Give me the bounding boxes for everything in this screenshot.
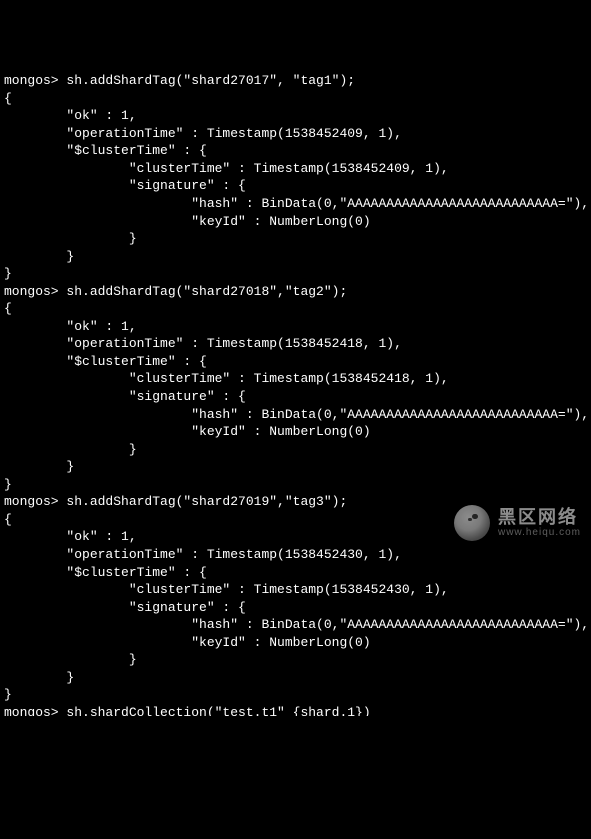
terminal-output: mongos> sh.addShardTag("shard27017", "ta… (4, 73, 589, 702)
terminal-partial-line: mongos> sh.shardCollection("test.t1" {sh… (4, 704, 587, 716)
watermark-title: 黑区网络 (498, 508, 581, 526)
watermark: 黑区网络 www.heiqu.com (454, 505, 581, 541)
watermark-url: www.heiqu.com (498, 528, 581, 538)
mushroom-icon (454, 505, 490, 541)
